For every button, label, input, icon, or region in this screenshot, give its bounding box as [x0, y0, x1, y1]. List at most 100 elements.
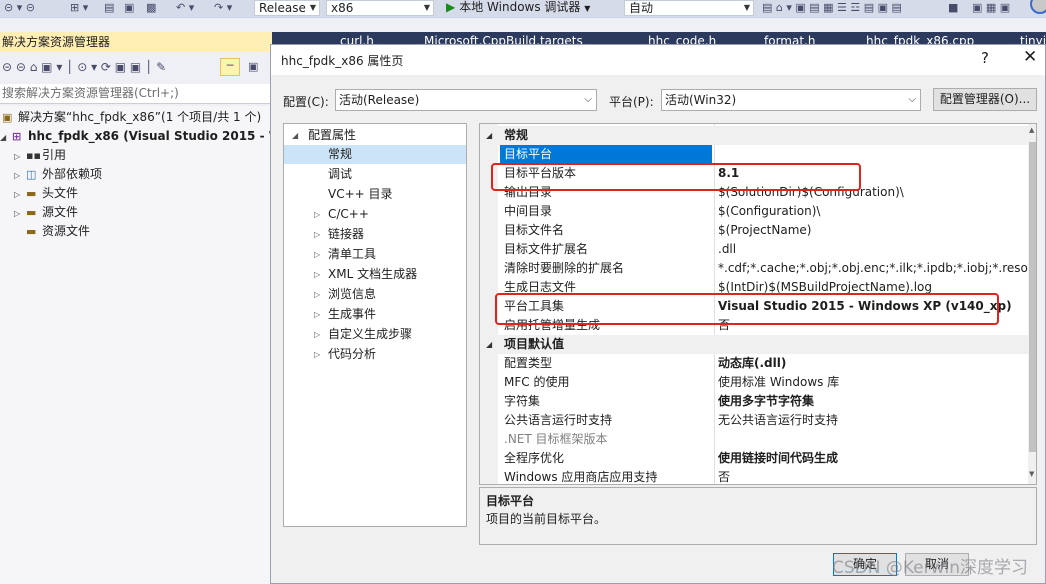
nav-item-general[interactable]: 常规: [284, 145, 466, 164]
help-button[interactable]: ?: [981, 49, 989, 67]
bookmark-icon[interactable]: ■: [948, 1, 958, 15]
prop-character-set[interactable]: 字符集 使用多字节字符集: [480, 392, 1028, 411]
prop-whole-program-optimization[interactable]: 全程序优化 使用链接时间代码生成: [480, 449, 1028, 468]
solution-platform-value: x86: [331, 1, 354, 15]
scroll-up-icon[interactable]: ▲: [1029, 126, 1034, 134]
solution-config-select[interactable]: Release ▼: [254, 0, 320, 16]
prop-configuration-type[interactable]: 配置类型 动态库(.dll): [480, 354, 1028, 373]
tree-item-external-deps[interactable]: ▷ ◫ 外部依赖项: [14, 165, 102, 184]
expand-icon[interactable]: ▷: [314, 345, 320, 364]
nav-item-debugging[interactable]: 调试: [284, 165, 466, 184]
start-debug-button[interactable]: ▶ 本地 Windows 调试器 ▼: [446, 0, 590, 16]
solution-node[interactable]: ▣ 解决方案“hhc_fpdk_x86”(1 个项目/共 1 个): [2, 108, 261, 127]
config-manager-button[interactable]: 配置管理器(O)...: [933, 88, 1037, 111]
prop-value[interactable]: $(Configuration)\: [718, 202, 1028, 221]
nav-item-cpp[interactable]: ▷ C/C++: [284, 205, 466, 224]
collapse-icon[interactable]: ◢: [486, 335, 492, 354]
prop-net-framework-version[interactable]: .NET 目标框架版本: [480, 430, 1028, 449]
prop-name: 配置类型: [504, 356, 553, 370]
category-general[interactable]: ◢ 常规: [480, 126, 1028, 145]
prop-value[interactable]: 使用多字节字符集: [718, 392, 1028, 411]
prop-name: 清除时要删除的扩展名: [504, 261, 625, 275]
solution-search-input[interactable]: 搜索解决方案资源管理器(Ctrl+;): [0, 84, 272, 104]
tree-item-source-files[interactable]: ▷ ▬ 源文件: [14, 203, 78, 222]
prop-store-app-support[interactable]: Windows 应用商店应用支持 否: [480, 468, 1028, 484]
nav-item-manifest-tool[interactable]: ▷ 清单工具: [284, 245, 466, 264]
prop-target-extension[interactable]: 目标文件扩展名 .dll: [480, 240, 1028, 259]
config-label: 配置(C):: [283, 95, 329, 109]
expand-icon[interactable]: ▷: [14, 204, 26, 223]
prop-value[interactable]: *.cdf;*.cache;*.obj;*.obj.enc;*.ilk;*.ip…: [718, 259, 1028, 278]
new-project-icon[interactable]: ⊞ ▾: [70, 1, 88, 15]
pin-icon[interactable]: ─: [220, 58, 240, 76]
nav-root[interactable]: ◢ 配置属性: [284, 126, 466, 145]
undo-icon[interactable]: ↶ ▾: [176, 1, 194, 15]
expand-icon[interactable]: ▷: [314, 285, 320, 304]
prop-value[interactable]: 使用链接时间代码生成: [718, 449, 1028, 468]
redo-icon[interactable]: ↷ ▾: [214, 1, 232, 15]
main-toolbar: ⊝ ▾ ⊝ ⊞ ▾ ▤ ▣ ▩ ↶ ▾ ↷ ▾ Release ▼ x86 ▼ ▶ 本…: [0, 0, 1046, 18]
nav-item-label: 生成事件: [328, 307, 377, 321]
open-icon[interactable]: ▤: [104, 1, 114, 15]
expand-icon[interactable]: ▷: [14, 147, 26, 166]
expand-icon[interactable]: ▷: [314, 245, 320, 264]
prop-clean-extensions[interactable]: 清除时要删除的扩展名 *.cdf;*.cache;*.obj;*.obj.enc;…: [480, 259, 1028, 278]
platform-select[interactable]: 活动(Win32) ⌵: [661, 89, 921, 111]
prop-value[interactable]: 无公共语言运行时支持: [718, 411, 1028, 430]
expand-icon[interactable]: ▷: [314, 305, 320, 324]
expand-icon[interactable]: ▷: [14, 185, 26, 204]
solution-platform-select[interactable]: x86 ▼: [326, 0, 434, 16]
prop-target-name[interactable]: 目标文件名 $(ProjectName): [480, 221, 1028, 240]
expand-icon[interactable]: ▷: [14, 166, 26, 185]
expand-icon[interactable]: ▷: [314, 205, 320, 224]
grid-scrollbar[interactable]: ▲ ▼: [1028, 124, 1036, 484]
debug-target-select[interactable]: 自动 ▼: [624, 0, 754, 16]
prop-value[interactable]: 否: [718, 468, 1028, 484]
scroll-thumb[interactable]: [1029, 142, 1036, 452]
tree-item-references[interactable]: ▷ ▪▪引用: [14, 146, 66, 165]
properties-icon[interactable]: ▣: [248, 60, 258, 74]
project-node[interactable]: ◢ ⊞ hhc_fpdk_x86 (Visual Studio 2015 - W: [0, 127, 282, 146]
prop-value[interactable]: $(ProjectName): [718, 221, 1028, 240]
nav-item-browse-info[interactable]: ▷ 浏览信息: [284, 285, 466, 304]
collapse-icon[interactable]: ◢: [486, 126, 492, 145]
expand-icon[interactable]: ▷: [314, 225, 320, 244]
expand-icon[interactable]: ▷: [314, 265, 320, 284]
avatar[interactable]: [1030, 0, 1046, 14]
project-icon: ⊞: [12, 130, 22, 143]
category-project-defaults[interactable]: ◢ 项目默认值: [480, 335, 1028, 354]
toolbar-right-icons[interactable]: ▣ ▦ ▣: [972, 1, 1010, 15]
prop-intermediate-directory[interactable]: 中间目录 $(Configuration)\: [480, 202, 1028, 221]
chevron-down-icon: ⌵: [908, 94, 916, 105]
nav-item-linker[interactable]: ▷ 链接器: [284, 225, 466, 244]
prop-target-platform[interactable]: 目标平台: [480, 145, 1028, 164]
toolbar-misc-icons[interactable]: ▤ ⌂ ▾ ▣ ▤ ▦ ☰ ☲ ▤ ▣ ▤: [762, 1, 902, 15]
description-text: 项目的当前目标平台。: [486, 512, 607, 526]
nav-item-custom-build[interactable]: ▷ 自定义生成步骤: [284, 325, 466, 344]
collapse-icon[interactable]: ◢: [0, 128, 12, 147]
nav-item-xml-doc[interactable]: ▷ XML 文档生成器: [284, 265, 466, 284]
nav-item-label: 调试: [328, 167, 353, 181]
prop-clr-support[interactable]: 公共语言运行时支持 无公共语言运行时支持: [480, 411, 1028, 430]
scroll-down-icon[interactable]: ▼: [1029, 470, 1034, 478]
prop-value[interactable]: 动态库(.dll): [718, 354, 1028, 373]
sol-nav-icons[interactable]: ⊝ ⊝ ⌂ ▣ ▾ │ ⊙ ▾ ⟳ ▣ ▣ │ ✎: [2, 60, 166, 74]
tree-item-resource-files[interactable]: ▬ 资源文件: [26, 222, 90, 241]
prop-value[interactable]: .dll: [718, 240, 1028, 259]
solution-config-value: Release: [259, 1, 306, 15]
save-all-icon[interactable]: ▩: [146, 1, 156, 15]
nav-item-code-analysis[interactable]: ▷ 代码分析: [284, 345, 466, 364]
expand-icon[interactable]: ▷: [314, 325, 320, 344]
highlight-target-platform-version: [491, 163, 861, 191]
prop-use-of-mfc[interactable]: MFC 的使用 使用标准 Windows 库: [480, 373, 1028, 392]
save-icon[interactable]: ▣: [124, 1, 134, 15]
collapse-icon[interactable]: ◢: [292, 126, 298, 145]
back-icon[interactable]: ⊝ ▾ ⊝: [4, 1, 35, 15]
close-icon[interactable]: ✕: [1023, 47, 1037, 67]
nav-item-vc-directories[interactable]: VC++ 目录: [284, 185, 466, 204]
config-select[interactable]: 活动(Release) ⌵: [335, 89, 597, 111]
nav-item-build-events[interactable]: ▷ 生成事件: [284, 305, 466, 324]
tree-item-header-files[interactable]: ▷ ▬ 头文件: [14, 184, 78, 203]
prop-value[interactable]: 使用标准 Windows 库: [718, 373, 1028, 392]
property-pages-dialog: hhc_fpdk_x86 属性页 ? ✕ 配置(C): 活动(Release) ⌵…: [270, 44, 1046, 584]
